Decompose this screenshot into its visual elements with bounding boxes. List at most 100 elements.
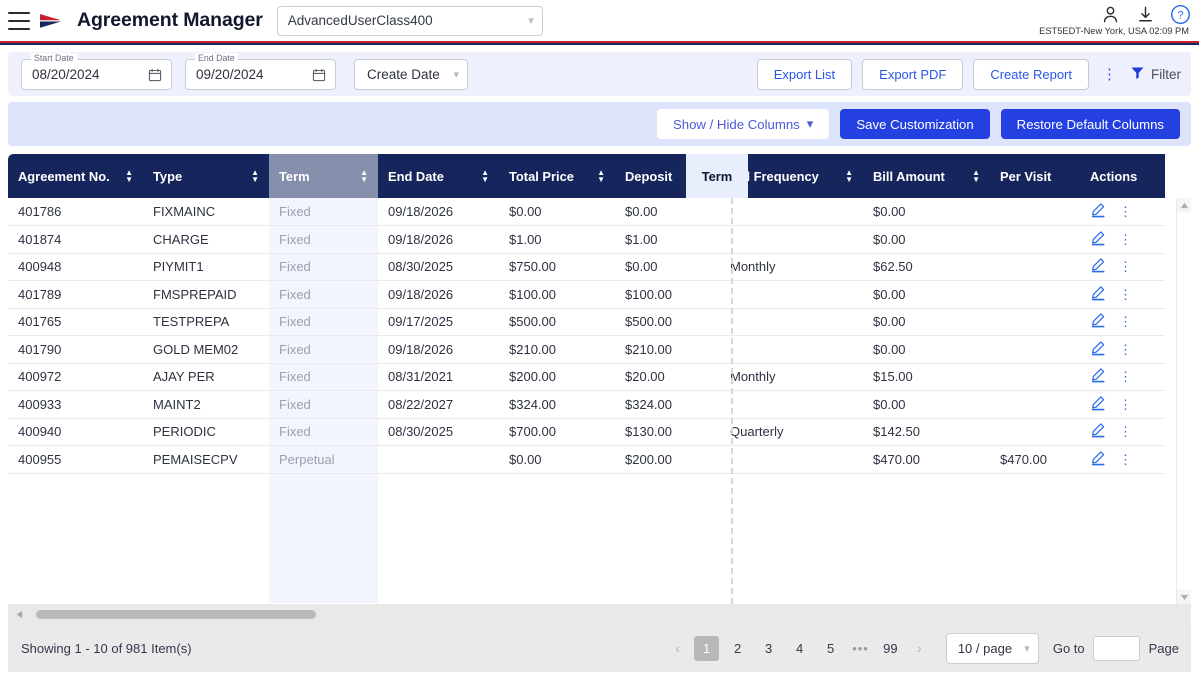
row-menu-icon[interactable]: ⋮: [1119, 398, 1132, 411]
svg-text:?: ?: [1177, 9, 1183, 21]
table-row[interactable]: 400955 PEMAISECPV Perpetual $0.00 $200.00 $47…: [8, 445, 1165, 474]
cell-deposit: $500.00: [625, 314, 672, 330]
table-row[interactable]: 401765 TESTPREPA Fixed 09/17/2025 $500.00 $50…: [8, 308, 1165, 336]
table-row[interactable]: 400933 MAINT2 Fixed 08/22/2027 $324.00 $324.0…: [8, 390, 1165, 419]
scroll-down-arrow-icon[interactable]: [1177, 590, 1191, 604]
column-header-agreement-no[interactable]: Agreement No. ▲ ▼: [8, 154, 143, 198]
cell-end-date: [378, 446, 499, 474]
edit-icon[interactable]: [1090, 367, 1106, 386]
hamburger-icon[interactable]: [8, 11, 30, 30]
calendar-icon[interactable]: [312, 68, 326, 87]
table-row[interactable]: 401874 CHARGE Fixed 09/18/2026 $1.00 $1.00 $0.…: [8, 225, 1165, 253]
column-header-end-date[interactable]: End Date ▲ ▼: [378, 154, 499, 198]
sort-toggle-icon[interactable]: ▲ ▼: [845, 169, 853, 184]
column-header-per-visit[interactable]: Per Visit: [990, 154, 1080, 198]
row-menu-icon[interactable]: ⋮: [1119, 233, 1132, 246]
scroll-left-arrow-icon[interactable]: [12, 610, 26, 619]
cell-term: Fixed: [269, 335, 378, 363]
goto-page-input[interactable]: [1092, 635, 1140, 661]
row-menu-icon[interactable]: ⋮: [1119, 315, 1132, 328]
vertical-scrollbar[interactable]: [1176, 198, 1191, 604]
prev-page-button[interactable]: ‹: [664, 635, 691, 662]
show-hide-columns-button[interactable]: Show / Hide Columns ▾: [656, 109, 830, 139]
cell-per-visit: [990, 198, 1080, 226]
edit-icon[interactable]: [1090, 202, 1106, 221]
more-options-icon[interactable]: ⋮: [1099, 67, 1120, 82]
cell-per-visit: [990, 418, 1080, 446]
row-menu-icon[interactable]: ⋮: [1119, 260, 1132, 273]
table-row[interactable]: 401789 FMSPREPAID Fixed 09/18/2026 $100.00 $1…: [8, 280, 1165, 308]
row-menu-icon[interactable]: ⋮: [1119, 343, 1132, 356]
page-number-last[interactable]: 99: [878, 636, 903, 661]
row-menu-icon[interactable]: ⋮: [1119, 425, 1132, 438]
show-hide-columns-label: Show / Hide Columns: [672, 116, 800, 132]
restore-default-columns-button[interactable]: Restore Default Columns: [1000, 109, 1180, 139]
table-row[interactable]: 400940 PERIODIC Fixed 08/30/2025 $700.00 $130…: [8, 418, 1165, 446]
page-number-4[interactable]: 4: [787, 636, 812, 661]
calendar-icon[interactable]: [148, 68, 162, 87]
header-right-cluster: ? EST5EDT-New York, USA 02:09 PM: [1039, 0, 1191, 36]
page-number-5[interactable]: 5: [818, 636, 843, 661]
vertical-scroll-track[interactable]: [1177, 212, 1191, 590]
cell-total-price: $0.00: [509, 204, 542, 219]
page-number-3[interactable]: 3: [756, 636, 781, 661]
sort-toggle-icon[interactable]: ▲ ▼: [597, 169, 605, 184]
row-menu-icon[interactable]: ⋮: [1119, 205, 1132, 218]
row-menu-icon[interactable]: ⋮: [1119, 288, 1132, 301]
table-row[interactable]: 401786 FIXMAINC Fixed 09/18/2026 $0.00 $0.00 $…: [8, 198, 1165, 226]
horizontal-scroll-thumb[interactable]: [36, 609, 316, 619]
column-header-bill-amount[interactable]: Bill Amount ▲ ▼: [863, 154, 990, 198]
column-header-total-price[interactable]: Total Price ▲ ▼: [499, 154, 615, 198]
sort-toggle-icon[interactable]: ▲ ▼: [972, 169, 980, 184]
export-list-button[interactable]: Export List: [756, 58, 853, 90]
table-row[interactable]: 401790 GOLD MEM02 Fixed 09/18/2026 $210.00 $2…: [8, 335, 1165, 363]
column-header-deposit[interactable]: Deposit: [615, 154, 720, 198]
next-page-button[interactable]: ›: [906, 635, 933, 662]
edit-icon[interactable]: [1090, 312, 1106, 331]
user-class-select[interactable]: AdvancedUserClass400 ▾: [276, 5, 543, 36]
page-number-2[interactable]: 2: [725, 636, 750, 661]
column-header-actions[interactable]: Actions: [1080, 154, 1165, 198]
column-header-type[interactable]: Type ▲ ▼: [143, 154, 269, 198]
help-icon[interactable]: ?: [1169, 3, 1191, 25]
create-report-button[interactable]: Create Report: [973, 58, 1089, 90]
date-type-select[interactable]: Create Date ▾: [354, 58, 468, 90]
edit-icon[interactable]: [1090, 340, 1106, 359]
edit-icon[interactable]: [1090, 422, 1106, 441]
horizontal-scrollbar[interactable]: [8, 604, 1191, 624]
filler-cell: [499, 473, 615, 603]
edit-icon[interactable]: [1090, 450, 1106, 469]
download-icon[interactable]: [1134, 3, 1156, 25]
edit-icon[interactable]: [1090, 395, 1106, 414]
cell-term: Fixed: [269, 390, 378, 418]
sort-toggle-icon[interactable]: ▲ ▼: [481, 169, 489, 184]
row-menu-icon[interactable]: ⋮: [1119, 370, 1132, 383]
filler-cell: [8, 473, 143, 603]
sort-toggle-icon[interactable]: ▲ ▼: [360, 169, 368, 184]
cell-type: GOLD MEM02: [153, 341, 239, 357]
table-row[interactable]: 400948 PIYMIT1 Fixed 08/30/2025 $750.00 $0.00…: [8, 253, 1165, 281]
filter-button[interactable]: Filter: [1130, 65, 1181, 83]
column-header-term[interactable]: Term ▲ ▼: [269, 154, 378, 198]
page-number-1[interactable]: 1: [694, 635, 720, 661]
export-pdf-button[interactable]: Export PDF: [862, 58, 964, 90]
user-icon[interactable]: [1099, 3, 1121, 25]
horizontal-scroll-track[interactable]: [26, 609, 1187, 619]
edit-icon[interactable]: [1090, 257, 1106, 276]
edit-icon[interactable]: [1090, 285, 1106, 304]
row-menu-icon[interactable]: ⋮: [1119, 453, 1132, 466]
save-customization-button[interactable]: Save Customization: [840, 109, 990, 139]
sort-toggle-icon[interactable]: ▲ ▼: [125, 169, 133, 184]
cell-actions: ⋮: [1080, 391, 1165, 419]
edit-icon[interactable]: [1090, 230, 1106, 249]
cell-bill-frequency: Quarterly: [730, 424, 784, 440]
table-row[interactable]: 400972 AJAY PER Fixed 08/31/2021 $200.00 $20.…: [8, 363, 1165, 391]
cell-term: Fixed: [269, 253, 378, 281]
start-date-field[interactable]: Start Date 08/20/2024: [21, 52, 172, 90]
scroll-up-arrow-icon[interactable]: [1177, 198, 1191, 212]
sort-toggle-icon[interactable]: ▲ ▼: [251, 169, 259, 184]
end-date-field[interactable]: End Date 09/20/2024: [185, 52, 336, 90]
column-header-bill-frequency[interactable]: Bill Frequency ▲ ▼: [720, 154, 863, 198]
page-size-select[interactable]: 10 / page ▾: [945, 632, 1039, 664]
page-size-value: 10 / page: [957, 640, 1013, 656]
